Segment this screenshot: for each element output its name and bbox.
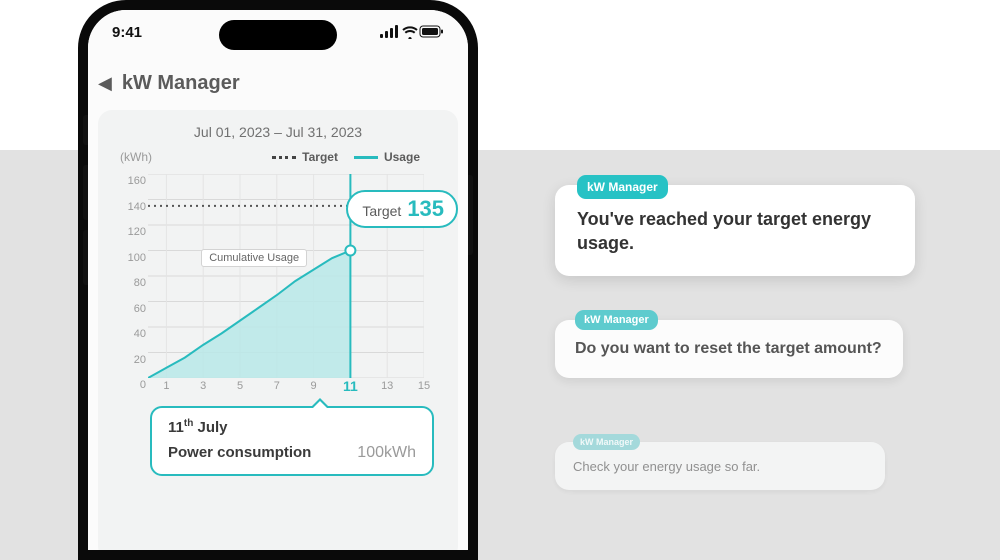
chart-legend: Target Usage [272,150,420,164]
info-row-value: 100kWh [357,444,416,462]
date-range: Jul 01, 2023 – Jul 31, 2023 [108,124,448,140]
wifi-icon [403,27,417,39]
chart-body: (kWh) Target Usage 0 20 40 60 80 100 120 140 160… [108,150,448,410]
legend-label-usage: Usage [384,150,420,164]
info-row-label: Power consumption [168,444,311,461]
notification-message: You've reached your target energy usage. [577,207,893,256]
info-date: 11th July [168,418,416,436]
notification-badge: kW Manager [573,434,640,450]
notification-card[interactable]: kW Manager Do you want to reset the targ… [555,320,903,378]
notification-message: Check your energy usage so far. [573,458,867,476]
info-row: Power consumption 100kWh [168,444,416,462]
y-tick: 140 [128,201,146,213]
side-button-power [468,175,473,255]
legend-label-target: Target [302,150,338,164]
target-callout-label: Target [362,203,401,219]
y-tick: 20 [134,354,146,366]
notification-message: Do you want to reset the target amount? [575,338,883,360]
legend-item-target: Target [272,150,338,164]
status-time: 9:41 [112,24,142,41]
legend-swatch-target-icon [272,156,296,159]
info-card: 11th July Power consumption 100kWh [150,406,434,476]
info-date-day: 11 [168,419,184,436]
phone-frame: 9:41 [78,0,478,560]
x-tick: 13 [381,380,393,392]
info-date-month: July [197,419,227,436]
x-tick: 11 [343,378,358,394]
chart-card: Jul 01, 2023 – Jul 31, 2023 (kWh) Target… [98,110,458,550]
y-tick: 160 [128,175,146,187]
battery-icon [420,26,443,37]
x-tick: 5 [237,380,243,392]
status-bar: 9:41 [88,10,468,54]
y-tick: 120 [128,226,146,238]
legend-item-usage: Usage [354,150,420,164]
y-tick: 0 [140,379,146,391]
y-axis: 020406080100120140160 [118,174,146,378]
cellular-icon [380,25,398,38]
x-tick: 7 [274,380,280,392]
app-header: ◀ kW Manager [88,72,468,95]
legend-swatch-usage-icon [354,156,378,159]
status-indicators [380,25,444,39]
y-tick: 40 [134,328,146,340]
notification-card[interactable]: kW Manager You've reached your target en… [555,185,915,276]
notification-badge: kW Manager [575,310,658,330]
y-tick: 100 [128,252,146,264]
info-date-suffix: th [184,418,193,429]
notification-card[interactable]: kW Manager Check your energy usage so fa… [555,442,885,490]
target-callout: Target 135 [346,190,458,228]
notification-badge: kW Manager [577,175,668,199]
x-tick: 9 [311,380,317,392]
x-tick: 3 [200,380,206,392]
page-title: kW Manager [122,72,240,95]
phone-screen: 9:41 [88,10,468,550]
x-tick: 15 [418,380,430,392]
x-axis: 13579111315 [148,380,424,394]
y-tick: 60 [134,303,146,315]
y-tick: 80 [134,277,146,289]
y-axis-unit: (kWh) [120,150,152,164]
back-icon[interactable]: ◀ [98,73,112,94]
cumulative-usage-label: Cumulative Usage [201,249,307,267]
x-tick: 1 [163,380,169,392]
target-callout-value: 135 [407,196,444,222]
